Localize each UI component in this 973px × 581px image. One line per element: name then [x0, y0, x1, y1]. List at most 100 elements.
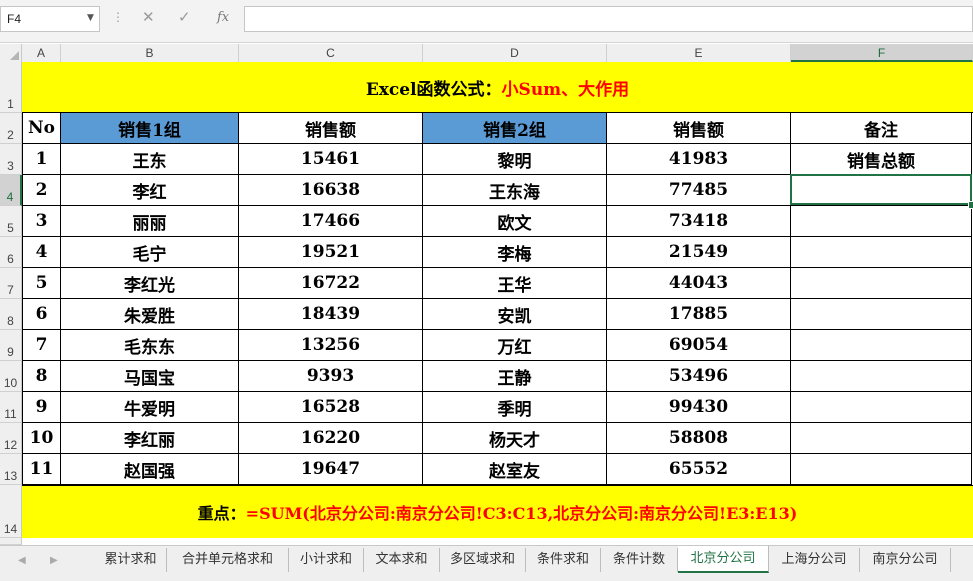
row-header-8[interactable]: 8	[0, 299, 22, 330]
row-header-11[interactable]: 11	[0, 392, 22, 423]
cell-group2-sales[interactable]: 53496	[607, 361, 791, 392]
row-header-6[interactable]: 6	[0, 237, 22, 268]
cell-group2-sales[interactable]: 73418	[607, 206, 791, 237]
row-header-5[interactable]: 5	[0, 206, 22, 237]
cell-group1-name[interactable]: 毛宁	[61, 237, 239, 268]
cell-group1-sales[interactable]: 13256	[239, 330, 423, 361]
cell-group1-sales[interactable]: 16220	[239, 423, 423, 454]
header-remark[interactable]: 备注	[791, 113, 972, 144]
cell-no[interactable]: 5	[22, 268, 61, 299]
header-group1[interactable]: 销售1组	[61, 113, 239, 144]
cell-group2-sales[interactable]: 21549	[607, 237, 791, 268]
cell-no[interactable]: 6	[22, 299, 61, 330]
cell-group1-name[interactable]: 李红	[61, 175, 239, 206]
remark-cell[interactable]	[791, 237, 972, 268]
fill-handle[interactable]	[968, 201, 973, 209]
cell-group1-name[interactable]: 丽丽	[61, 206, 239, 237]
remark-cell[interactable]	[791, 392, 972, 423]
check-icon[interactable]: ✓	[178, 8, 191, 26]
sheet-tab[interactable]: 条件计数	[601, 548, 678, 572]
cell-group1-name[interactable]: 牛爱明	[61, 392, 239, 423]
cell-no[interactable]: 7	[22, 330, 61, 361]
cell-group1-name[interactable]: 李红丽	[61, 423, 239, 454]
cell-group2-sales[interactable]: 65552	[607, 454, 791, 485]
column-header-b[interactable]: B	[61, 44, 239, 62]
cell-no[interactable]: 8	[22, 361, 61, 392]
cell-group1-name[interactable]: 朱爱胜	[61, 299, 239, 330]
sheet-title-banner[interactable]: Excel函数公式： 小Sum、大作用	[22, 62, 973, 113]
remark-cell[interactable]	[791, 175, 972, 206]
sheet-tab[interactable]: 南京分公司	[860, 548, 951, 572]
row-header-7[interactable]: 7	[0, 268, 22, 299]
remark-cell[interactable]	[791, 454, 972, 485]
remark-cell[interactable]	[791, 330, 972, 361]
cell-group2-sales[interactable]: 44043	[607, 268, 791, 299]
row-header-10[interactable]: 10	[0, 361, 22, 392]
remark-cell[interactable]	[791, 299, 972, 330]
sheet-tab[interactable]: 北京分公司	[678, 546, 769, 573]
cell-no[interactable]: 9	[22, 392, 61, 423]
sheet-tab[interactable]: 条件求和	[526, 548, 601, 572]
cell-group1-sales[interactable]: 15461	[239, 144, 423, 175]
column-header-f[interactable]: F	[791, 44, 973, 62]
column-header-c[interactable]: C	[239, 44, 423, 62]
cell-group1-sales[interactable]: 16722	[239, 268, 423, 299]
cell-group2-sales[interactable]: 69054	[607, 330, 791, 361]
close-icon[interactable]: ✕	[142, 8, 155, 26]
sheet-tab[interactable]: 合并单元格求和	[167, 548, 289, 572]
column-header-e[interactable]: E	[607, 44, 791, 62]
cell-group1-name[interactable]: 毛东东	[61, 330, 239, 361]
cell-group2-sales[interactable]: 17885	[607, 299, 791, 330]
next-sheet-icon[interactable]: ▶	[50, 555, 58, 566]
row-header-1[interactable]: 1	[0, 62, 22, 113]
cell-group1-sales[interactable]: 9393	[239, 361, 423, 392]
formula-input[interactable]	[244, 6, 973, 32]
header-no[interactable]: No	[22, 113, 61, 144]
cell-group2-sales[interactable]: 41983	[607, 144, 791, 175]
cell-group1-name[interactable]: 王东	[61, 144, 239, 175]
column-header-a[interactable]: A	[22, 44, 61, 62]
row-header-12[interactable]: 12	[0, 423, 22, 454]
cell-group1-name[interactable]: 赵国强	[61, 454, 239, 485]
header-group2[interactable]: 销售2组	[423, 113, 607, 144]
cell-no[interactable]: 3	[22, 206, 61, 237]
sheet-tab[interactable]: 上海分公司	[769, 548, 860, 572]
cell-group1-name[interactable]: 李红光	[61, 268, 239, 299]
cell-group2-name[interactable]: 王东海	[423, 175, 607, 206]
cell-group2-sales[interactable]: 77485	[607, 175, 791, 206]
header-sales2[interactable]: 销售额	[607, 113, 791, 144]
sheet-tab[interactable]: 多区域求和	[440, 548, 526, 572]
row-header-14[interactable]: 14	[0, 485, 22, 538]
remark-cell[interactable]	[791, 206, 972, 237]
cell-group1-sales[interactable]: 19521	[239, 237, 423, 268]
row-header-9[interactable]: 9	[0, 330, 22, 361]
cell-group1-sales[interactable]: 16638	[239, 175, 423, 206]
name-box[interactable]: F4 ▼	[0, 6, 100, 32]
remark-cell[interactable]	[791, 423, 972, 454]
insert-function-icon[interactable]: fx	[217, 10, 229, 25]
row-header-13[interactable]: 13	[0, 454, 22, 485]
sheet-tab[interactable]: 累计求和	[95, 548, 167, 572]
cell-group2-name[interactable]: 杨天才	[423, 423, 607, 454]
cell-no[interactable]: 1	[22, 144, 61, 175]
cell-group2-sales[interactable]: 99430	[607, 392, 791, 423]
cell-group1-sales[interactable]: 19647	[239, 454, 423, 485]
row-header-2[interactable]: 2	[0, 113, 22, 144]
footer-banner[interactable]: 重点： =SUM(北京分公司:南京分公司!C3:C13,北京分公司:南京分公司!E…	[22, 485, 973, 538]
cell-no[interactable]: 10	[22, 423, 61, 454]
cell-no[interactable]: 4	[22, 237, 61, 268]
sheet-tab[interactable]: 小计求和	[289, 548, 364, 572]
remark-cell[interactable]	[791, 268, 972, 299]
cell-group1-name[interactable]: 马国宝	[61, 361, 239, 392]
cell-group2-name[interactable]: 安凯	[423, 299, 607, 330]
sheet-tab[interactable]: 文本求和	[364, 548, 440, 572]
cell-group2-name[interactable]: 王静	[423, 361, 607, 392]
cell-group1-sales[interactable]: 17466	[239, 206, 423, 237]
row-header-3[interactable]: 3	[0, 144, 22, 175]
column-header-d[interactable]: D	[423, 44, 607, 62]
cell-group2-name[interactable]: 欧文	[423, 206, 607, 237]
cell-group2-name[interactable]: 万红	[423, 330, 607, 361]
row-header-15[interactable]	[0, 538, 22, 545]
cell-no[interactable]: 2	[22, 175, 61, 206]
cell-group1-sales[interactable]: 18439	[239, 299, 423, 330]
